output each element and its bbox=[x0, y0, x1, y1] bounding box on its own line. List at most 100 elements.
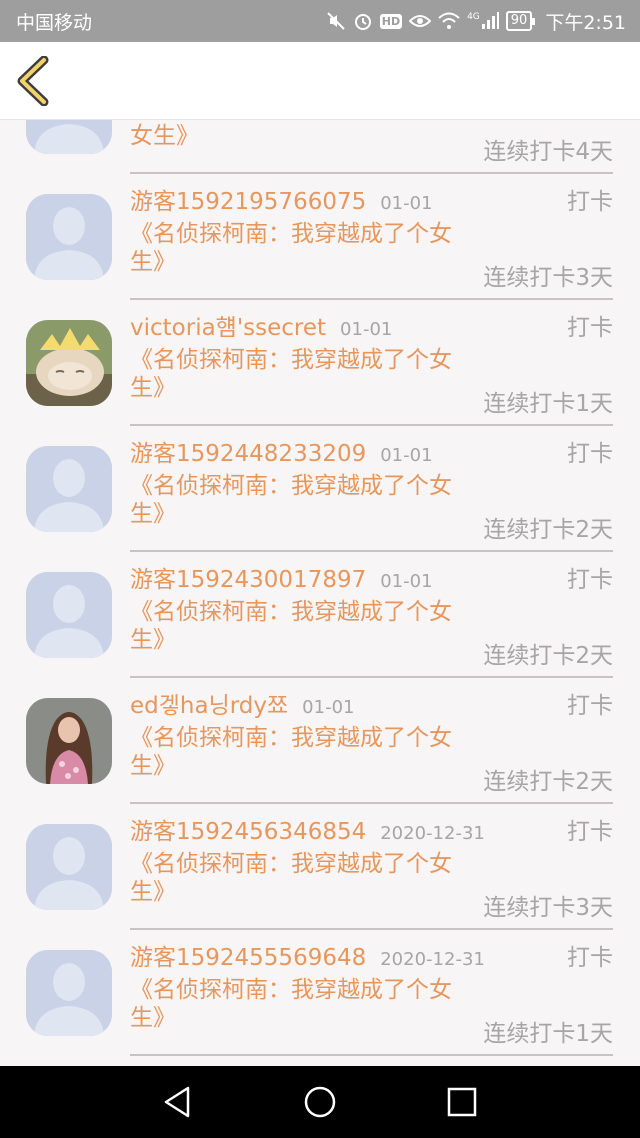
streak-count: 连续打卡2天 bbox=[483, 643, 613, 669]
default-avatar-icon bbox=[26, 950, 112, 1036]
row-content: 游客1592456346854 2020-12-31 打卡《名侦探柯南：我穿越成了个… bbox=[130, 804, 613, 930]
avatar[interactable] bbox=[26, 446, 112, 532]
checkin-date: 2020-12-31 bbox=[380, 823, 485, 844]
checkin-date: 01-01 bbox=[380, 445, 433, 466]
avatar[interactable] bbox=[26, 698, 112, 784]
default-avatar-icon bbox=[26, 446, 112, 532]
book-title[interactable]: 《名侦探柯南：我穿越成了个女生》 bbox=[130, 724, 470, 780]
book-title[interactable]: 《名侦探柯南：我穿越成了个女生》 bbox=[130, 850, 470, 906]
avatar[interactable] bbox=[26, 950, 112, 1036]
checkin-label: 打卡 bbox=[567, 819, 613, 845]
streak-count: 连续打卡2天 bbox=[483, 517, 613, 543]
book-title[interactable]: 《名侦探柯南：我穿越成了个女生》 bbox=[130, 976, 470, 1032]
mute-icon bbox=[326, 11, 346, 31]
checkin-row[interactable]: 游客1592430017897 01-01 打卡《名侦探柯南：我穿越成了个女生》 连续… bbox=[0, 552, 640, 678]
square-recent-icon bbox=[447, 1087, 477, 1117]
book-title[interactable]: 《名侦探柯南：我穿越成了个女生》 bbox=[130, 220, 470, 276]
row-content: 游客1592455569648 2020-12-31 打卡《名侦探柯南：我穿越成了个… bbox=[130, 930, 613, 1056]
checkin-date: 01-01 bbox=[380, 193, 433, 214]
row-content: 游客1592195766075 01-01 打卡《名侦探柯南：我穿越成了个女生》 连续… bbox=[130, 174, 613, 300]
streak-count: 连续打卡1天 bbox=[483, 1021, 613, 1047]
girl-photo-avatar bbox=[26, 698, 112, 784]
username-text: 游客1592456346854 bbox=[130, 819, 367, 845]
cat-photo-avatar bbox=[26, 320, 112, 406]
checkin-row[interactable]: 女生》 连续打卡4天 bbox=[0, 120, 640, 174]
username[interactable]: 游客1592448233209 01-01 bbox=[130, 434, 433, 468]
back-button[interactable] bbox=[14, 55, 54, 107]
checkin-row[interactable] bbox=[0, 1056, 640, 1066]
row-content: victoria햼'ssecret 01-01 打卡《名侦探柯南：我穿越成了个女生》… bbox=[130, 300, 613, 426]
book-title[interactable]: 《名侦探柯南：我穿越成了个女生》 bbox=[130, 472, 470, 528]
chevron-left-icon bbox=[17, 55, 49, 107]
username-text: victoria햼'ssecret bbox=[130, 315, 327, 341]
default-avatar-icon bbox=[26, 120, 112, 154]
checkin-row[interactable]: 游客1592195766075 01-01 打卡《名侦探柯南：我穿越成了个女生》 连续… bbox=[0, 174, 640, 300]
nav-back-button[interactable] bbox=[160, 1084, 196, 1120]
avatar[interactable] bbox=[26, 824, 112, 910]
triangle-back-icon bbox=[164, 1086, 190, 1118]
avatar[interactable] bbox=[26, 572, 112, 658]
app-header bbox=[0, 42, 640, 120]
checkin-list[interactable]: 女生》 连续打卡4天 游客1592195766075 01-01 打卡 《名侦探柯南：我穿… bbox=[0, 120, 640, 1066]
alarm-icon bbox=[353, 11, 373, 31]
checkin-row[interactable]: 游客1592455569648 2020-12-31 打卡《名侦探柯南：我穿越成了个… bbox=[0, 930, 640, 1056]
checkin-row[interactable]: 游客1592456346854 2020-12-31 打卡《名侦探柯南：我穿越成了个… bbox=[0, 804, 640, 930]
row-content bbox=[130, 1056, 613, 1066]
username-text: 游客1592455569648 bbox=[130, 945, 367, 971]
default-avatar-icon bbox=[26, 824, 112, 910]
status-icons: HD 4G 90 下午2:51 bbox=[326, 8, 626, 35]
checkin-row[interactable]: victoria햼'ssecret 01-01 打卡《名侦探柯南：我穿越成了个女生》… bbox=[0, 300, 640, 426]
row-content: ed겧ha닝rdy쬬 01-01 打卡《名侦探柯南：我穿越成了个女生》 连续打卡2天 bbox=[130, 678, 613, 804]
streak-count: 连续打卡2天 bbox=[483, 769, 613, 795]
checkin-row[interactable]: 游客1592448233209 01-01 打卡《名侦探柯南：我穿越成了个女生》 连续… bbox=[0, 426, 640, 552]
checkin-label: 打卡 bbox=[567, 945, 613, 971]
username-text: 游客1592430017897 bbox=[130, 567, 367, 593]
username-text: 游客1592448233209 bbox=[130, 441, 367, 467]
row-content: 女生》 连续打卡4天 bbox=[130, 120, 613, 174]
checkin-row[interactable]: ed겧ha닝rdy쬬 01-01 打卡《名侦探柯南：我穿越成了个女生》 连续打卡2天 bbox=[0, 678, 640, 804]
signal-icon: 4G bbox=[467, 12, 499, 30]
checkin-date: 01-01 bbox=[302, 697, 355, 718]
streak-count: 连续打卡1天 bbox=[483, 391, 613, 417]
checkin-label: 打卡 bbox=[567, 189, 613, 215]
username[interactable]: ed겧ha닝rdy쬬 01-01 bbox=[130, 686, 354, 720]
book-title[interactable]: 《名侦探柯南：我穿越成了个女生》 bbox=[130, 346, 470, 402]
battery-icon: 90 bbox=[505, 11, 535, 31]
username-text: ed겧ha닝rdy쬬 bbox=[130, 693, 289, 719]
checkin-label: 打卡 bbox=[567, 441, 613, 467]
username-text: 游客1592195766075 bbox=[130, 189, 367, 215]
streak-count: 连续打卡3天 bbox=[483, 895, 613, 921]
checkin-label: 打卡 bbox=[567, 693, 613, 719]
checkin-label: 打卡 bbox=[567, 315, 613, 341]
circle-home-icon bbox=[304, 1086, 336, 1118]
checkin-rows: 女生》 连续打卡4天 游客1592195766075 01-01 打卡 《名侦探柯南：我穿… bbox=[0, 120, 640, 1066]
username[interactable]: 游客1592455569648 2020-12-31 bbox=[130, 938, 485, 972]
nav-home-button[interactable] bbox=[302, 1084, 338, 1120]
carrier-label: 中国移动 bbox=[16, 11, 93, 34]
status-bar: 中国移动 HD 4G 90 下午2:51 bbox=[0, 0, 640, 42]
default-avatar-icon bbox=[26, 572, 112, 658]
checkin-label: 打卡 bbox=[567, 567, 613, 593]
default-avatar-icon bbox=[26, 194, 112, 280]
nav-recent-button[interactable] bbox=[444, 1084, 480, 1120]
avatar[interactable] bbox=[26, 194, 112, 280]
wifi-icon bbox=[438, 12, 460, 30]
username[interactable]: 游客1592456346854 2020-12-31 bbox=[130, 812, 485, 846]
username[interactable]: 游客1592430017897 01-01 bbox=[130, 560, 433, 594]
avatar[interactable] bbox=[26, 320, 112, 406]
username[interactable]: 游客1592195766075 01-01 bbox=[130, 182, 433, 216]
streak-count: 连续打卡3天 bbox=[483, 265, 613, 291]
checkin-date: 01-01 bbox=[340, 319, 393, 340]
streak-count: 连续打卡4天 bbox=[483, 139, 613, 165]
book-title[interactable]: 女生》 bbox=[130, 122, 470, 150]
eye-icon bbox=[409, 13, 432, 29]
username[interactable]: victoria햼'ssecret 01-01 bbox=[130, 308, 392, 342]
checkin-date: 01-01 bbox=[380, 571, 433, 592]
avatar[interactable] bbox=[26, 120, 112, 154]
checkin-date: 2020-12-31 bbox=[380, 949, 485, 970]
row-content: 游客1592430017897 01-01 打卡《名侦探柯南：我穿越成了个女生》 连续… bbox=[130, 552, 613, 678]
hd-icon: HD bbox=[379, 13, 403, 29]
row-content: 游客1592448233209 01-01 打卡《名侦探柯南：我穿越成了个女生》 连续… bbox=[130, 426, 613, 552]
clock: 下午2:51 bbox=[545, 11, 626, 34]
book-title[interactable]: 《名侦探柯南：我穿越成了个女生》 bbox=[130, 598, 470, 654]
